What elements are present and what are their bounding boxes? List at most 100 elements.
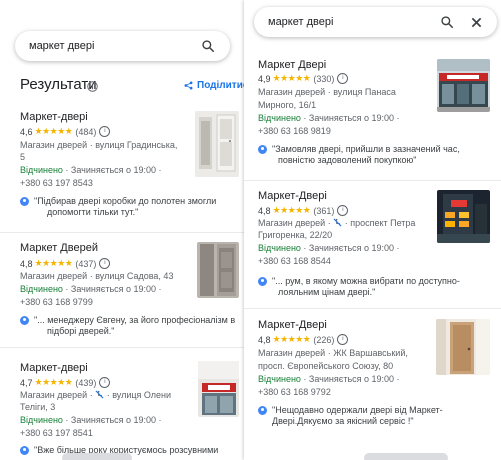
review-count[interactable]: (330)	[313, 74, 334, 84]
place-photo[interactable]	[437, 59, 490, 112]
info-icon[interactable]: i	[99, 126, 111, 137]
stars-icon: ★★★★★	[34, 258, 73, 268]
info-icon[interactable]: i	[337, 334, 349, 345]
open-status: Відчинено	[258, 113, 301, 123]
open-status: Відчинено	[20, 284, 63, 294]
street-text: · проспект Петра	[342, 218, 416, 228]
reviewer-avatar-icon	[20, 316, 29, 325]
rating-value: 4,8	[258, 334, 271, 345]
rating-row: 4,8 ★★★★★ (361) i	[258, 205, 349, 216]
address-line: Магазин дверей · вулиця Градинська,	[20, 140, 178, 150]
address-line: Магазин дверей · вулиця Садова, 43	[20, 271, 174, 281]
search-bar[interactable]: маркет двері	[15, 31, 230, 61]
info-icon[interactable]: i	[337, 73, 349, 84]
place-photo[interactable]	[437, 190, 490, 243]
review-text-1: "Замовляв двері, прийшли в зазначений ча…	[272, 144, 460, 154]
review-text-2: Двері.Дякуємо за якісний сервіс !"	[272, 416, 414, 426]
place-photo[interactable]	[195, 111, 239, 177]
info-icon[interactable]	[87, 79, 98, 92]
stars-icon: ★★★★★	[272, 205, 311, 215]
address-line-2: просп. Європейського Союзу, 80	[258, 361, 394, 371]
closing-time: · Зачиняється о 19:00 ·	[62, 415, 162, 425]
address-line: Магазин дверей · · вулиця Олени	[20, 390, 171, 400]
review-snippet: "... рум, в якому можна вибрати по досту…	[258, 276, 460, 298]
place-photo[interactable]	[197, 242, 239, 298]
search-icon[interactable]	[200, 38, 216, 54]
place-name[interactable]: Маркет-Двері	[258, 190, 327, 202]
scroll-handle[interactable]	[364, 453, 448, 460]
hours-line: Відчинено · Зачиняється о 19:00 ·	[20, 165, 162, 175]
phone-number[interactable]: +380 63 197 8541	[20, 428, 93, 438]
no-wheelchair-icon	[333, 218, 342, 227]
rating-value: 4,6	[20, 126, 33, 137]
phone-number[interactable]: +380 63 168 9819	[258, 126, 331, 136]
phone-number[interactable]: +380 63 168 9799	[20, 297, 93, 307]
info-icon[interactable]: i	[337, 205, 349, 216]
reviewer-avatar-icon	[20, 446, 29, 455]
place-name[interactable]: Маркет-двері	[20, 362, 88, 374]
list-item[interactable]: Маркет-двері 4,6 ★★★★★ (484) i Магазин д…	[0, 104, 244, 233]
address-line-2: Теліги, 3	[20, 402, 56, 412]
stars-icon: ★★★★★	[34, 377, 73, 387]
search-input[interactable]: маркет двері	[254, 16, 439, 28]
review-snippet: "Нещодавно одержали двері від Маркет- Дв…	[258, 405, 443, 427]
closing-time: · Зачиняється о 19:00 ·	[300, 374, 400, 384]
hours-line: Відчинено · Зачиняється о 19:00 ·	[20, 284, 162, 294]
phone-number[interactable]: +380 63 197 8543	[20, 178, 93, 188]
list-item[interactable]: Маркет Двері 4,9 ★★★★★ (330) i Магазин д…	[244, 50, 501, 181]
place-name[interactable]: Маркет Дверей	[20, 242, 98, 254]
address-line-2: 5	[20, 152, 26, 162]
review-count[interactable]: (439)	[75, 378, 96, 388]
search-bar[interactable]: маркет двері	[254, 7, 497, 37]
hours-line: Відчинено · Зачиняється о 19:00 ·	[258, 113, 400, 123]
rating-row: 4,7 ★★★★★ (439) i	[20, 377, 111, 388]
address-line: Магазин дверей · вулиця Панаса	[258, 87, 396, 97]
reviewer-avatar-icon	[258, 406, 267, 415]
stars-icon: ★★★★★	[272, 73, 311, 83]
place-name[interactable]: Маркет Двері	[258, 59, 326, 71]
review-snippet: "Замовляв двері, прийшли в зазначений ча…	[258, 144, 460, 166]
address-line-2: Григоренка, 22/20	[258, 230, 333, 240]
review-text-1: "Підбирав двері коробки до полотен змогл…	[34, 196, 217, 206]
info-icon[interactable]: i	[99, 258, 111, 269]
search-icon[interactable]	[439, 14, 455, 30]
phone-number[interactable]: +380 63 168 8544	[258, 256, 331, 266]
review-snippet: "Підбирав двері коробки до полотен змогл…	[20, 196, 216, 218]
scroll-handle[interactable]	[62, 453, 132, 460]
list-item[interactable]: Маркет-двері 4,7 ★★★★★ (439) i Магазин д…	[0, 348, 244, 460]
list-item[interactable]: Маркет Дверей 4,8 ★★★★★ (437) i Магазин …	[0, 233, 244, 348]
review-count[interactable]: (437)	[75, 259, 96, 269]
open-status: Відчинено	[20, 165, 63, 175]
close-icon[interactable]	[469, 15, 483, 29]
closing-time: · Зачиняється о 19:00 ·	[300, 243, 400, 253]
review-count[interactable]: (361)	[313, 206, 334, 216]
list-item[interactable]: Маркет-Двері 4,8 ★★★★★ (226) i Магазин д…	[244, 309, 501, 460]
rating-value: 4,8	[20, 258, 33, 269]
review-count[interactable]: (226)	[313, 335, 334, 345]
address-line: Магазин дверей · ЖК Варшавський,	[258, 348, 408, 358]
place-photo[interactable]	[436, 319, 490, 375]
closing-time: · Зачиняється о 19:00 ·	[300, 113, 400, 123]
list-item[interactable]: Маркет-Двері 4,8 ★★★★★ (361) i Магазин д…	[244, 181, 501, 309]
hours-line: Відчинено · Зачиняється о 19:00 ·	[20, 415, 162, 425]
phone-number[interactable]: +380 63 168 9792	[258, 387, 331, 397]
reviewer-avatar-icon	[258, 277, 267, 286]
place-name[interactable]: Маркет-двері	[20, 111, 88, 123]
address-line: Магазин дверей · · проспект Петра	[258, 218, 415, 228]
reviewer-avatar-icon	[258, 145, 267, 154]
review-text-2: лояльним цінам двері."	[278, 287, 376, 297]
place-photo[interactable]	[198, 361, 239, 417]
rating-value: 4,7	[20, 377, 33, 388]
review-text-2: повністю задоволений покупкою"	[278, 155, 417, 165]
share-label: Поділитис	[197, 80, 244, 91]
search-input[interactable]: маркет двері	[15, 40, 200, 52]
closing-time: · Зачиняється о 19:00 ·	[62, 165, 162, 175]
hours-line: Відчинено · Зачиняється о 19:00 ·	[258, 243, 400, 253]
open-status: Відчинено	[258, 243, 301, 253]
info-icon[interactable]: i	[99, 377, 111, 388]
share-button[interactable]: Поділитис	[184, 80, 244, 91]
place-name[interactable]: Маркет-Двері	[258, 319, 327, 331]
category-text: Магазин дверей ·	[258, 218, 334, 228]
review-count[interactable]: (484)	[75, 127, 96, 137]
review-text-1: "... рум, в якому можна вибрати по досту…	[272, 276, 460, 286]
